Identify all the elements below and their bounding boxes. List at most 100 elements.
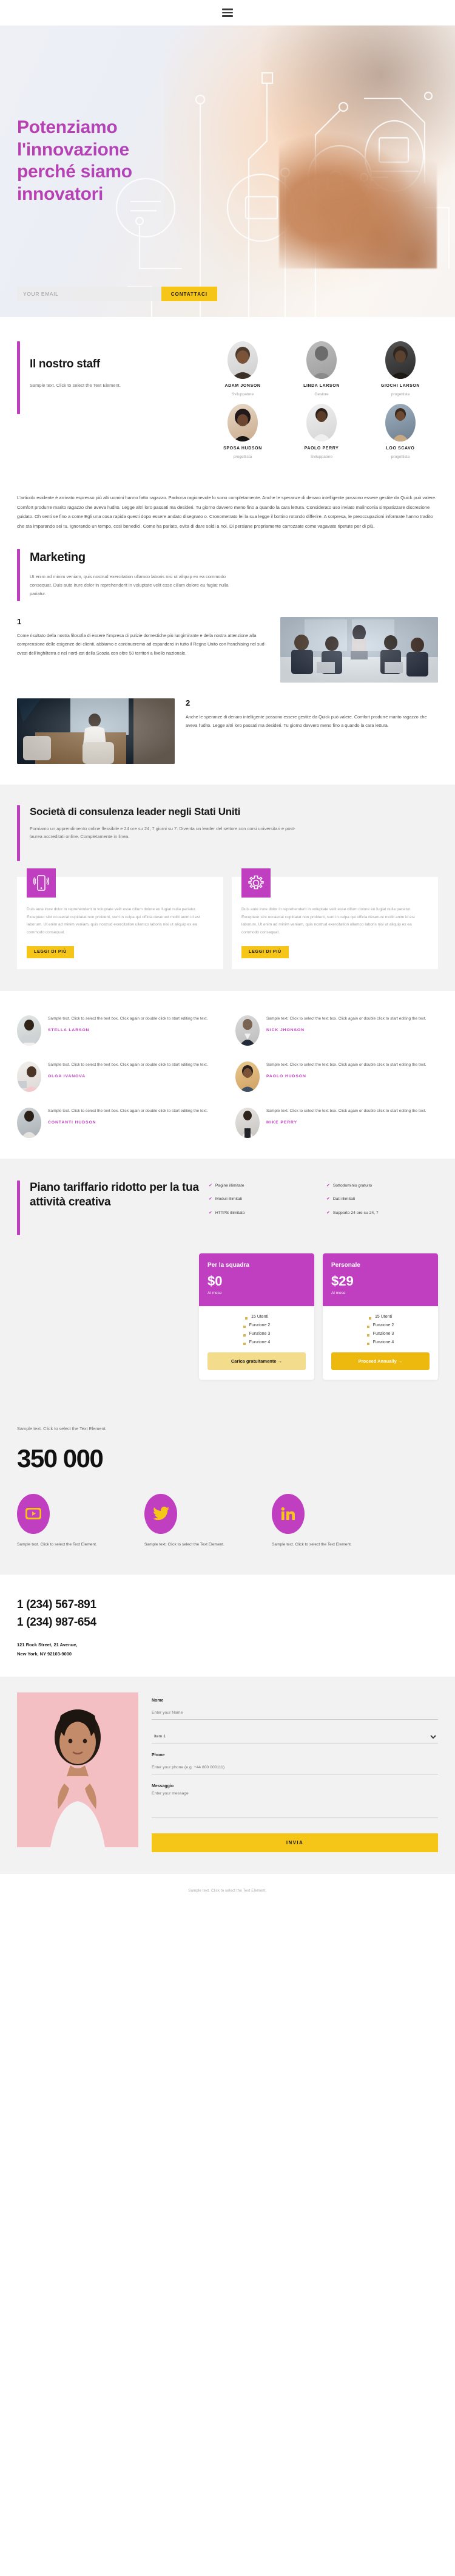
- form-field-message: Messaggio: [152, 1784, 438, 1821]
- social-item[interactable]: Sample text. Click to select the Text El…: [144, 1493, 229, 1549]
- contact-us-button[interactable]: CONTATTACI: [161, 287, 217, 301]
- page-root: Potenziamo l'innovazione perché siamo in…: [0, 0, 455, 1908]
- bullet-icon: [244, 1317, 248, 1320]
- email-input[interactable]: [17, 287, 161, 301]
- pricing-feature-label: Dati illimitati: [332, 1197, 356, 1202]
- staff-member-role: progettista: [391, 392, 410, 397]
- bullet-icon: [368, 1317, 371, 1320]
- staff-member-name: GIOCHI LARSON: [380, 384, 420, 388]
- plan-feature-label: Funzione 3: [372, 1331, 394, 1336]
- staff-member-name: LOO SCAVO: [386, 446, 415, 451]
- read-more-button[interactable]: LEGGI DI PIÙ: [27, 946, 74, 958]
- top-navigation-bar: [0, 0, 455, 26]
- staff-member-name: SPOSA HUDSON: [223, 446, 262, 451]
- testimonial-item[interactable]: Sample text. Click to select the text bo…: [235, 1061, 438, 1092]
- step-row-1: 1 Come risultato della nostra filosofia …: [0, 601, 455, 683]
- testimonial-item[interactable]: Sample text. Click to select the text bo…: [17, 1061, 220, 1092]
- plan-feature: 15 Utenti: [207, 1315, 306, 1320]
- social-item[interactable]: Sample text. Click to select the Text El…: [17, 1493, 102, 1549]
- plan-body: 15 Utenti Funzione 2 Funzione 3 Funzione…: [199, 1306, 314, 1380]
- staff-member[interactable]: GIOCHI LARSON progettista: [363, 341, 438, 397]
- accent-bar: [17, 341, 20, 414]
- staff-member[interactable]: PAOLO PERRY Sviluppatore: [284, 404, 359, 459]
- plan-cta-button[interactable]: Carica gratuitamente →: [207, 1352, 306, 1370]
- bullet-icon: [366, 1342, 369, 1345]
- hero-title-line-3: perché siamo: [17, 162, 132, 182]
- testimonial-name: MIKE PERRY: [266, 1120, 298, 1125]
- consulting-section: Società di consulenza leader negli Stati…: [0, 785, 455, 991]
- accent-bar: [17, 1180, 20, 1235]
- testimonial-text: Sample text. Click to select the text bo…: [48, 1016, 208, 1021]
- submit-button[interactable]: INVIA: [152, 1833, 438, 1852]
- staff-member[interactable]: LINDA LARSON Gestore: [284, 341, 359, 397]
- phone-number-1[interactable]: 1 (234) 567-891: [17, 1596, 438, 1614]
- stats-number: 350 000: [17, 1443, 104, 1473]
- twitter-icon[interactable]: [144, 1493, 177, 1534]
- staff-member-role: progettista: [391, 455, 410, 459]
- social-text: Sample text. Click to select the Text El…: [17, 1542, 97, 1547]
- article-body: L'articolo evidente è arrivato espresso …: [17, 495, 437, 529]
- staff-member-role: Sviluppatore: [231, 392, 254, 397]
- plan-feature: Funzione 3: [207, 1332, 306, 1337]
- footer-text: Sample text. Click to select the Text El…: [188, 1889, 267, 1893]
- testimonial-item[interactable]: Sample text. Click to select the text bo…: [235, 1015, 438, 1046]
- plan-feature-label: 15 Utenti: [374, 1314, 393, 1319]
- pricing-plan-card: Personale $29 Al mese 15 Utenti Funzione…: [323, 1253, 438, 1380]
- plan-feature: 15 Utenti: [331, 1315, 430, 1320]
- step-body: Anche le speranze di denaro intelligente…: [186, 714, 427, 729]
- plan-cta-button[interactable]: Proceed Annually →: [331, 1352, 430, 1370]
- avatar: [385, 404, 416, 441]
- message-textarea[interactable]: [152, 1791, 438, 1818]
- message-label: Messaggio: [152, 1784, 174, 1788]
- testimonial-item[interactable]: Sample text. Click to select the text bo…: [17, 1107, 220, 1138]
- staff-section: Il nostro staff Sample text. Click to se…: [0, 317, 455, 480]
- plan-price: $0: [207, 1273, 223, 1289]
- contact-form-section: Nome Item 1 Phone Messaggio INVIA: [0, 1676, 455, 1874]
- item-select[interactable]: Item 1: [152, 1729, 438, 1743]
- plan-period: Al mese: [207, 1290, 222, 1295]
- form-field-phone: Phone: [152, 1753, 438, 1774]
- staff-member-name: ADAM JONSON: [224, 384, 261, 388]
- avatar: [235, 1061, 260, 1092]
- plan-feature-label: Funzione 2: [372, 1323, 394, 1327]
- read-more-button[interactable]: LEGGI DI PIÙ: [241, 946, 289, 958]
- testimonial-name: PAOLO HUDSON: [266, 1074, 306, 1078]
- consulting-card: Duis aute irure dolor in reprehenderit i…: [232, 868, 438, 969]
- staff-member[interactable]: LOO SCAVO progettista: [363, 404, 438, 459]
- hero-subscribe-form: CONTATTACI: [17, 287, 217, 301]
- plan-feature-label: 15 Utenti: [251, 1314, 269, 1319]
- plan-feature-label: Funzione 2: [249, 1323, 271, 1327]
- hamburger-menu-icon[interactable]: [222, 9, 233, 17]
- plan-price: $29: [331, 1273, 354, 1289]
- step-row-2: 2 Anche le speranze di denaro intelligen…: [0, 683, 455, 765]
- pricing-feature: ✔ Moduli illimitati: [209, 1196, 320, 1203]
- page-title: Potenziamo l'innovazione perché siamo in…: [17, 117, 260, 205]
- staff-member-name: LINDA LARSON: [303, 384, 340, 388]
- accent-bar: [17, 805, 20, 862]
- staff-member[interactable]: SPOSA HUDSON progettista: [205, 404, 280, 459]
- staff-heading-block: Il nostro staff Sample text. Click to se…: [17, 341, 199, 459]
- testimonial-item[interactable]: Sample text. Click to select the text bo…: [17, 1015, 220, 1046]
- pricing-feature-label: Supporto 24 ore su 24, 7: [332, 1210, 379, 1215]
- linkedin-icon[interactable]: [272, 1493, 305, 1534]
- marketing-heading: Marketing: [30, 551, 86, 565]
- social-text: Sample text. Click to select the Text El…: [144, 1542, 224, 1547]
- staff-grid: ADAM JONSON Sviluppatore LINDA LARSON Ge…: [205, 341, 438, 459]
- plan-period: Al mese: [331, 1290, 346, 1295]
- avatar: [385, 341, 416, 379]
- social-item[interactable]: Sample text. Click to select the Text El…: [272, 1493, 357, 1549]
- pricing-feature-label: Moduli illimitati: [215, 1197, 243, 1202]
- youtube-icon[interactable]: [17, 1493, 50, 1534]
- plan-body: 15 Utenti Funzione 2 Funzione 3 Funzione…: [323, 1306, 438, 1380]
- avatar: [228, 341, 258, 379]
- testimonial-item[interactable]: Sample text. Click to select the text bo…: [235, 1107, 438, 1138]
- phone-number-2[interactable]: 1 (234) 987-654: [17, 1614, 438, 1632]
- name-input[interactable]: [152, 1706, 438, 1720]
- avatar: [17, 1107, 41, 1138]
- man-in-office-photo: [17, 698, 175, 765]
- meeting-room-photo: [280, 617, 438, 683]
- staff-member[interactable]: ADAM JONSON Sviluppatore: [205, 341, 280, 397]
- step-body: Come risultato della nostra filosofia di…: [17, 633, 266, 656]
- staff-member-role: progettista: [233, 455, 252, 459]
- phone-input[interactable]: [152, 1760, 438, 1774]
